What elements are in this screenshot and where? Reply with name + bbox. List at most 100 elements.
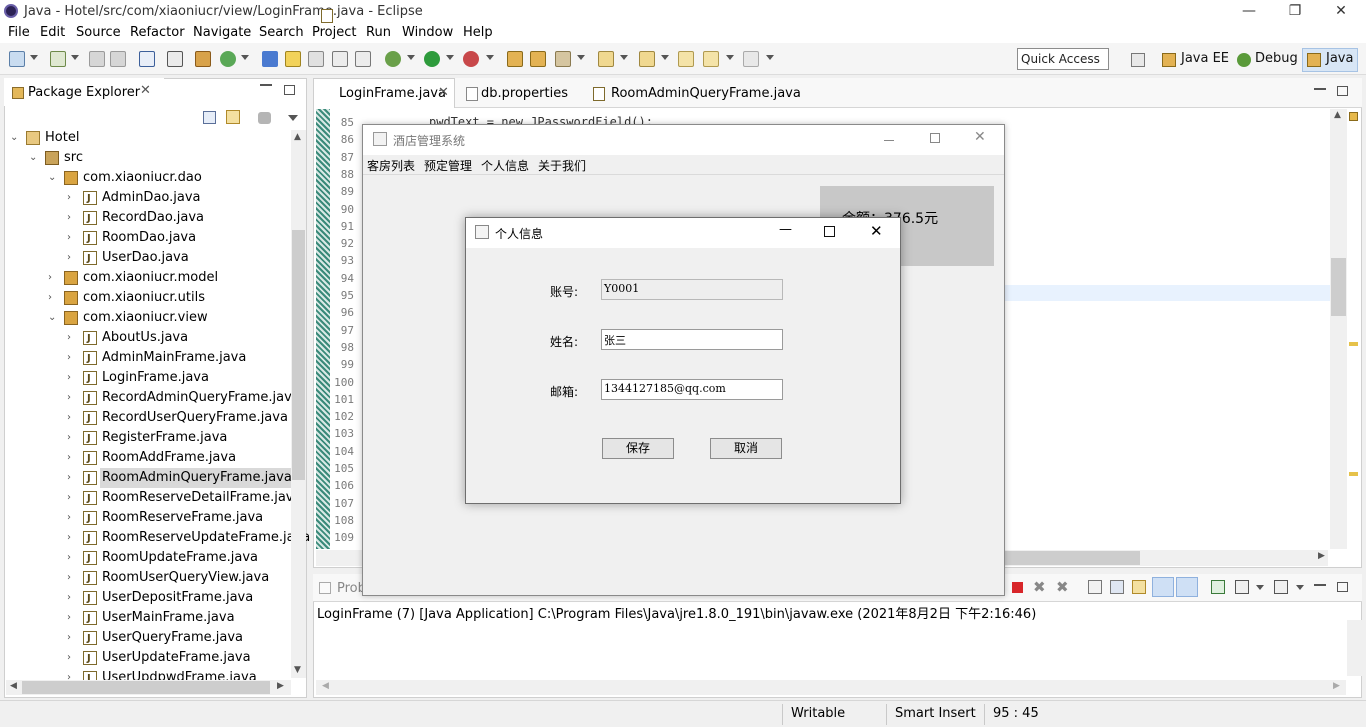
collapse-all-icon[interactable] [203,111,216,124]
menu-search[interactable]: Search [259,25,304,40]
tree-collapsed-icon[interactable]: › [67,648,79,668]
forward-dropdown-icon[interactable] [766,55,774,60]
menu-file[interactable]: File [8,25,30,40]
save-button[interactable]: 保存 [602,438,674,459]
tree-collapsed-icon[interactable]: › [67,548,79,568]
display-console-dropdown-icon[interactable] [1256,585,1264,590]
tree-item[interactable]: › com.xiaoniucr.utils [0,288,290,308]
tree-item[interactable]: ⌄ com.xiaoniucr.view [0,308,290,328]
console-scroll-right-icon[interactable]: ▶ [1333,681,1340,691]
remove-launch-icon[interactable]: ✖ [1033,578,1046,596]
package-explorer-tab[interactable]: Package Explorer ✕ [4,78,164,106]
previous-annotation-icon[interactable] [639,51,655,67]
menu-run[interactable]: Run [366,25,391,40]
run-icon[interactable] [424,51,440,67]
tree-collapsed-icon[interactable]: › [67,348,79,368]
editor-tab-roomadminqueryframe[interactable]: RoomAdminQueryFrame.java [611,86,801,101]
refresh-dropdown-icon[interactable] [241,55,249,60]
package-explorer-vthumb[interactable] [292,230,305,480]
view-minimize-icon[interactable] [260,84,272,86]
refresh-icon[interactable] [220,51,236,67]
editor-vscroll[interactable] [1330,109,1347,549]
tree-collapsed-icon[interactable]: › [67,228,79,248]
tree-collapsed-icon[interactable]: › [67,608,79,628]
tree-item[interactable]: › UserMainFrame.java [0,608,290,629]
window-minimize-button[interactable]: — [1226,0,1272,22]
focus-icon[interactable] [258,112,271,124]
status-cursor-position[interactable]: 95 : 45 [993,706,1039,721]
account-field[interactable]: Y0001 [601,279,783,300]
editor-maximize-icon[interactable] [1337,86,1348,96]
tree-item[interactable]: ⌄ com.xiaoniucr.dao [0,168,290,188]
dialog-minimize-icon[interactable]: — [779,222,792,237]
package-explorer-close-icon[interactable]: ✕ [140,83,151,98]
pin-console-icon[interactable] [1211,580,1225,594]
tree-item[interactable]: › RecordAdminQueryFrame.java [0,388,300,409]
new-java-project-icon[interactable] [50,51,66,67]
view-menu-icon[interactable] [288,115,298,121]
view-maximize-icon[interactable] [284,85,295,95]
email-field[interactable]: 1344127185@qq.com [601,379,783,400]
toggle-block-selection-icon[interactable] [308,51,324,67]
open-type-icon[interactable] [262,51,278,67]
tree-item[interactable]: › RoomAdminQueryFrame.java [0,468,294,489]
tree-collapsed-icon[interactable]: › [67,568,79,588]
hotel-close-icon[interactable]: ✕ [974,129,986,145]
next-annotation-icon[interactable] [598,51,614,67]
menu-help[interactable]: Help [463,25,493,40]
hotel-minimize-icon[interactable] [884,140,894,141]
show-console-stdout-icon[interactable] [1152,577,1174,597]
overview-ruler-marker[interactable] [1349,342,1358,346]
scroll-up-arrow-icon[interactable]: ▲ [294,132,301,142]
tree-expanded-icon[interactable]: ⌄ [48,308,60,328]
tree-item[interactable]: ⌄ Hotel [0,128,290,148]
tree-collapsed-icon[interactable]: › [67,528,79,548]
tree-item[interactable]: › UserDepositFrame.java [0,588,290,609]
menu-source[interactable]: Source [76,25,121,40]
tree-expanded-icon[interactable]: ⌄ [10,128,22,148]
perspective-java[interactable]: Java [1326,51,1353,66]
warning-marker-icon[interactable] [1349,112,1358,121]
dialog-close-icon[interactable]: ✕ [870,222,883,240]
tree-item[interactable]: › RoomUpdateFrame.java [0,548,290,569]
console-maximize-icon[interactable] [1337,582,1348,592]
dialog-maximize-icon[interactable] [824,226,835,237]
tree-item[interactable]: › UserQueryFrame.java [0,628,290,649]
tree-collapsed-icon[interactable]: › [67,628,79,648]
open-perspective-icon[interactable] [1131,53,1145,67]
console-vscroll[interactable] [1347,620,1362,676]
previous-annotation-dropdown-icon[interactable] [661,55,669,60]
tree-item[interactable]: › RecordDao.java [0,208,290,229]
debug-icon[interactable] [385,51,401,67]
show-paragraph-icon[interactable] [355,51,371,67]
new-java-package-icon[interactable] [507,51,523,67]
perspective-debug[interactable]: Debug [1255,51,1298,66]
tree-item[interactable]: › RoomReserveUpdateFrame.java [0,528,310,549]
tree-collapsed-icon[interactable]: › [67,208,79,228]
tree-collapsed-icon[interactable]: › [67,368,79,388]
back-dropdown-icon[interactable] [726,55,734,60]
new-wizard-dropdown-icon[interactable] [71,55,79,60]
save-all-icon[interactable] [110,51,126,67]
package-explorer-hthumb[interactable] [22,681,270,694]
tree-collapsed-icon[interactable]: › [48,288,60,308]
console-icon[interactable] [139,51,155,67]
show-console-stderr-icon[interactable] [1176,577,1198,597]
tree-item[interactable]: ⌄ src [0,148,290,168]
name-field[interactable]: 张三 [601,329,783,350]
link-with-editor-icon[interactable] [226,110,240,124]
window-close-button[interactable]: ✕ [1318,0,1364,22]
tree-collapsed-icon[interactable]: › [67,428,79,448]
toggle-mark-occurrences-icon[interactable] [285,51,301,67]
scroll-left-arrow-icon[interactable]: ◀ [10,681,17,691]
hotel-frame-titlebar[interactable]: 酒店管理系统 ✕ [363,125,1004,155]
search-dropdown-icon[interactable] [577,55,585,60]
open-console-icon[interactable] [1274,580,1288,594]
overview-ruler-marker[interactable] [1349,472,1358,476]
tree-item[interactable]: › RoomReserveFrame.java [0,508,290,529]
coverage-dropdown-icon[interactable] [486,55,494,60]
perspective-java-ee[interactable]: Java EE [1181,51,1229,66]
tree-collapsed-icon[interactable]: › [67,388,79,408]
tree-collapsed-icon[interactable]: › [67,508,79,528]
console-minimize-icon[interactable] [1314,584,1326,586]
